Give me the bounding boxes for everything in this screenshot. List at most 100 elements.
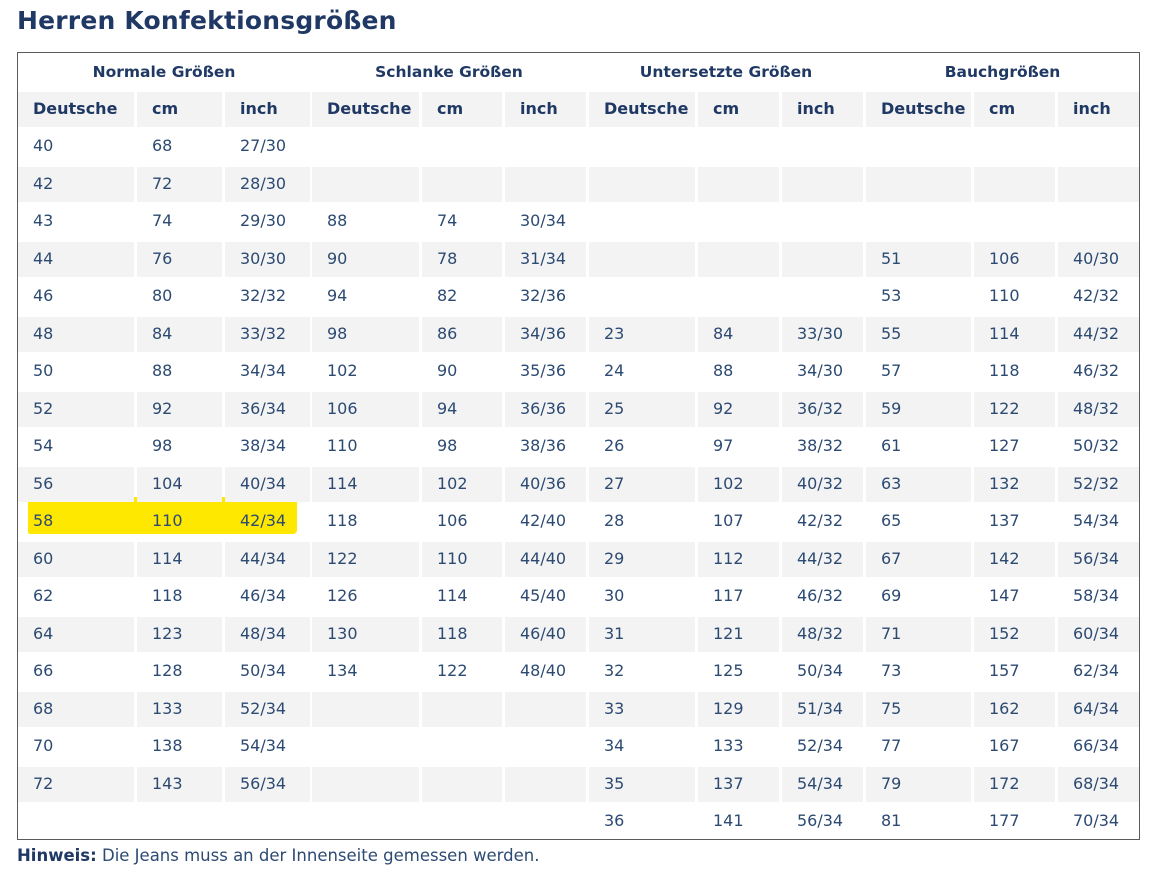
table-cell: 177 (989, 811, 1020, 830)
table-cell (1058, 166, 1139, 202)
table-cell: 54/34 (240, 736, 287, 755)
table-cell: 133 (713, 736, 744, 755)
table-cell: 50/34 (797, 661, 844, 680)
table-cell (18, 804, 134, 839)
table-cell: 62/34 (1073, 661, 1120, 680)
table-cell: 61 (881, 436, 902, 455)
table-cell: 40/34 (225, 466, 310, 502)
table-cell: 56 (18, 466, 134, 502)
table-cell: 42/34 (240, 511, 287, 530)
table-cell: 84 (698, 316, 779, 352)
table-cell: 65 (881, 511, 902, 530)
column-header: inch (782, 92, 863, 127)
table-cell: 141 (713, 811, 744, 830)
table-cell: 44/40 (505, 541, 586, 577)
table-cell (312, 766, 419, 802)
table-cell: 129 (698, 691, 779, 727)
table-cell: 48 (18, 316, 134, 352)
table-cell: 52/34 (797, 736, 844, 755)
table-cell: 122 (437, 661, 468, 680)
table-cell: 60 (18, 541, 134, 577)
table-cell: 59 (866, 391, 971, 427)
table-cell: 92 (698, 391, 779, 427)
table-cell: 106 (312, 391, 419, 427)
table-cell: 97 (713, 436, 734, 455)
table-cell: 36/32 (782, 391, 863, 427)
table-cell: 36/36 (505, 391, 586, 427)
table-cell: 31 (589, 616, 695, 652)
table-cell: 132 (974, 466, 1055, 502)
table-cell: 122 (974, 391, 1055, 427)
table-cell: 86 (422, 316, 502, 352)
table-cell: 143 (137, 766, 222, 802)
table-cell: 56/34 (797, 811, 844, 830)
table-cell (866, 204, 971, 239)
table-cell: 64 (18, 616, 134, 652)
table-cell: 54 (33, 436, 54, 455)
table-cell (698, 129, 779, 164)
table-cell: 35 (589, 766, 695, 802)
table-cell: 94 (422, 391, 502, 427)
table-cell: 40/36 (505, 466, 586, 502)
table-cell: 110 (327, 436, 358, 455)
table-cell: 40/32 (782, 466, 863, 502)
table-cell: 142 (974, 541, 1055, 577)
table-cell: 60/34 (1058, 616, 1139, 652)
table-cell: 33/30 (782, 316, 863, 352)
table-cell: 118 (989, 361, 1020, 380)
table-cell: 125 (713, 661, 744, 680)
table-cell: 102 (422, 466, 502, 502)
table-cell (505, 166, 586, 202)
table-cell: 29/30 (240, 211, 287, 230)
table-cell: 53 (881, 286, 902, 305)
table-cell: 44 (18, 241, 134, 277)
table-cell: 28 (604, 511, 625, 530)
table-cell (1058, 204, 1139, 239)
note-text: Die Jeans muss an der Innenseite gemesse… (101, 846, 540, 865)
table-cell: 167 (989, 736, 1020, 755)
table-cell (505, 804, 586, 839)
table-cell (589, 204, 695, 239)
table-cell (782, 129, 863, 164)
table-cell (137, 804, 222, 839)
table-cell: 32 (604, 661, 625, 680)
table-cell: 72 (18, 766, 134, 802)
table-cell: 42/40 (520, 511, 567, 530)
table-cell: 134 (327, 661, 358, 680)
table-cell: 48/40 (520, 661, 567, 680)
table-cell: 45/40 (520, 586, 567, 605)
table-cell: 36 (604, 811, 625, 830)
table-cell: 34/36 (505, 316, 586, 352)
table-cell (698, 166, 779, 202)
table-cell: 56/34 (225, 766, 310, 802)
table-cell: 114 (137, 541, 222, 577)
table-cell: 79 (866, 766, 971, 802)
table-cell: 48/34 (225, 616, 310, 652)
table-cell: 133 (137, 691, 222, 727)
group-header: Bauchgrößen (944, 63, 1061, 81)
table-cell: 31/34 (505, 241, 586, 277)
table-cell: 172 (974, 766, 1055, 802)
table-cell: 54/34 (782, 766, 863, 802)
table-cell (782, 279, 863, 314)
table-cell (422, 804, 502, 839)
table-cell (698, 279, 779, 314)
table-cell: 32/32 (240, 286, 287, 305)
table-cell: 81 (881, 811, 902, 830)
group-header: Normale Größen (92, 63, 236, 81)
table-cell: 77 (881, 736, 902, 755)
table-cell: 35/36 (520, 361, 567, 380)
note-label: Hinweis: (17, 846, 97, 865)
table-cell: 36/34 (225, 391, 310, 427)
table-cell: 68/34 (1058, 766, 1139, 802)
table-cell: 107 (713, 511, 744, 530)
table-cell: 51 (866, 241, 971, 277)
table-cell: 58 (33, 511, 54, 530)
table-cell: 40 (33, 136, 54, 155)
column-header: inch (225, 92, 310, 127)
table-cell: 46/32 (1073, 361, 1120, 380)
table-cell: 26 (604, 436, 625, 455)
table-cell: 72 (137, 166, 222, 202)
table-cell: 28/30 (225, 166, 310, 202)
table-cell: 110 (152, 511, 183, 530)
